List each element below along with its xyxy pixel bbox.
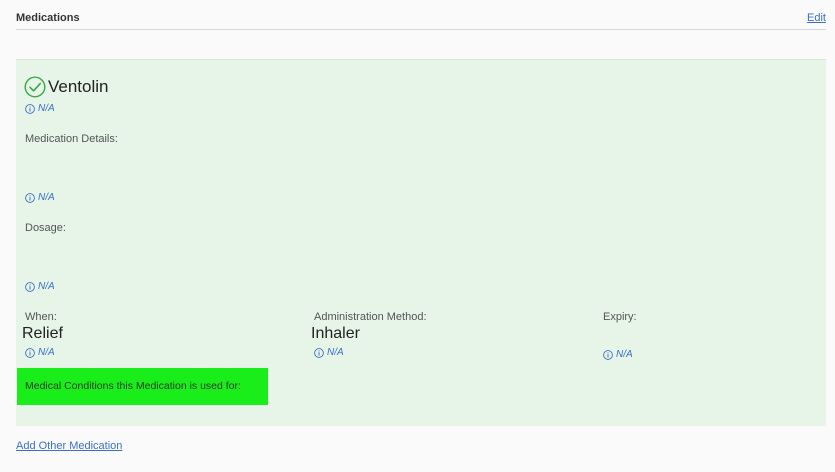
dosage-label: Dosage: — [25, 222, 66, 234]
info-icon — [603, 349, 613, 360]
expiry-note: N/A — [603, 349, 633, 360]
medication-name: Ventolin — [48, 77, 109, 96]
administration-method-note: N/A — [314, 347, 344, 358]
dosage-note: N/A — [25, 281, 55, 292]
medical-conditions-label: Medical Conditions this Medication is us… — [25, 380, 241, 392]
na-text: N/A — [327, 347, 344, 358]
info-icon — [25, 192, 35, 203]
administration-method-label: Administration Method: — [314, 311, 427, 323]
medication-name-note: N/A — [25, 103, 55, 114]
check-circle-icon — [24, 76, 46, 98]
info-icon — [25, 103, 35, 114]
section-title: Medications — [16, 12, 80, 24]
info-icon — [25, 347, 35, 358]
na-text: N/A — [38, 103, 55, 114]
na-text: N/A — [38, 192, 55, 203]
administration-method-value: Inhaler — [311, 325, 360, 342]
add-other-medication-link[interactable]: Add Other Medication — [16, 440, 122, 452]
info-icon — [314, 347, 324, 358]
medication-card: Ventolin N/A Medication Details: N/A Dos… — [16, 59, 826, 426]
expiry-label: Expiry: — [603, 311, 637, 323]
when-value: Relief — [22, 325, 63, 342]
edit-link[interactable]: Edit — [807, 12, 826, 24]
medical-conditions-box[interactable]: Medical Conditions this Medication is us… — [17, 368, 268, 405]
when-note: N/A — [25, 347, 55, 358]
header-divider — [16, 29, 826, 30]
na-text: N/A — [616, 349, 633, 360]
medication-details-label: Medication Details: — [25, 133, 118, 145]
medication-details-note: N/A — [25, 192, 55, 203]
medications-page: Medications Edit Ventolin N/A Medication… — [0, 0, 835, 472]
na-text: N/A — [38, 281, 55, 292]
na-text: N/A — [38, 347, 55, 358]
when-label: When: — [25, 311, 57, 323]
info-icon — [25, 281, 35, 292]
